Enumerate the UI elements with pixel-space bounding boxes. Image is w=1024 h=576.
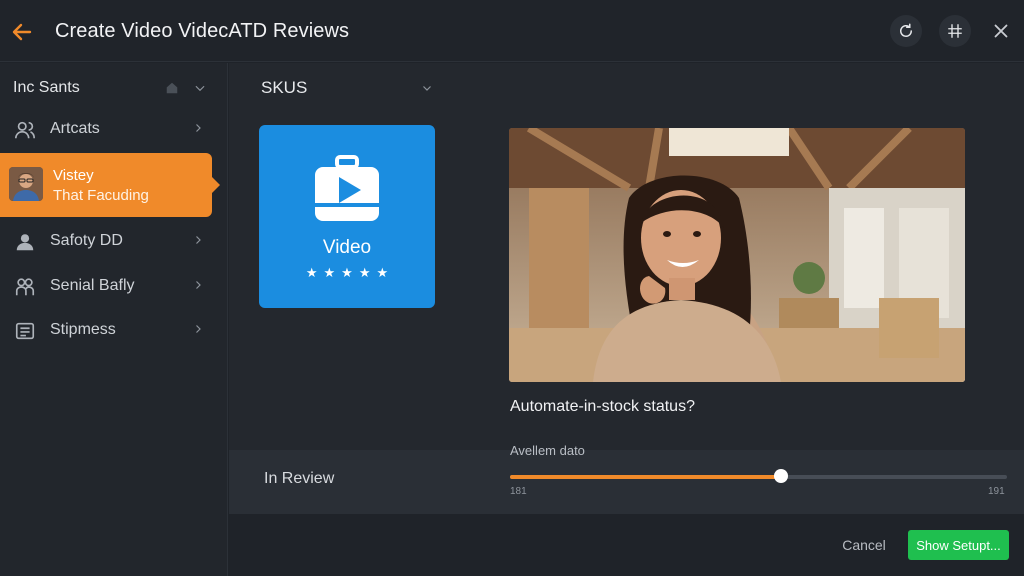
review-video-thumbnail[interactable] <box>509 128 965 382</box>
skus-dropdown-label[interactable]: SKUS <box>261 78 307 98</box>
chevron-right-icon <box>196 325 201 333</box>
cancel-button[interactable]: Cancel <box>835 532 893 558</box>
grid-settings-icon <box>948 24 962 38</box>
users-icon <box>15 121 35 139</box>
person-icon <box>16 234 34 251</box>
avatar <box>9 167 43 201</box>
sidebar-item-senial[interactable]: Senial Bafly <box>0 268 212 304</box>
slider-thumb[interactable] <box>773 469 788 483</box>
settings-button[interactable] <box>939 15 971 47</box>
sidebar-item-safoty[interactable]: Safoty DD <box>0 223 212 259</box>
active-indicator <box>212 177 220 193</box>
refresh-icon <box>900 23 912 37</box>
back-arrow-icon[interactable] <box>10 20 34 44</box>
active-item-subtitle: That Facuding <box>53 187 149 204</box>
page-title: Create Video VidecATD Reviews <box>55 20 350 42</box>
sidebar-item-label: Stipmess <box>50 321 116 338</box>
sidebar-item-active[interactable]: Vistey That Facuding <box>0 153 220 217</box>
video-play-icon <box>315 155 379 221</box>
slider-min-label: 181 <box>510 486 527 497</box>
home-icon[interactable] <box>165 81 179 95</box>
review-status-label: In Review <box>264 470 335 487</box>
sidebar-item-label: Senial Bafly <box>50 277 135 294</box>
sidebar-item-label: Artcats <box>50 120 100 137</box>
group-icon <box>15 278 35 296</box>
footer-bar <box>229 514 1024 576</box>
app-header: Create Video VidecATD Reviews <box>0 0 1024 62</box>
sidebar-item-label: Safoty DD <box>50 232 123 249</box>
rating-stars: ★★★★★ <box>305 265 395 280</box>
video-card[interactable]: Video ★★★★★ <box>259 125 435 308</box>
range-slider[interactable] <box>510 469 1007 483</box>
show-setup-button[interactable]: Show Setupt... <box>908 530 1009 560</box>
slider-max-label: 191 <box>988 486 1005 497</box>
review-row <box>229 450 1024 514</box>
video-card-label: Video <box>322 237 372 258</box>
slider-fill <box>510 475 781 479</box>
sidebar-item-artcats[interactable]: Artcats <box>0 111 212 147</box>
chevron-down-icon[interactable] <box>421 82 433 94</box>
chevron-right-icon <box>196 236 201 244</box>
question-text: Automate-in-stock status? <box>510 398 695 415</box>
sidebar-item-stipmess[interactable]: Stipmess <box>0 312 212 348</box>
close-icon[interactable] <box>990 20 1012 42</box>
list-icon <box>15 322 35 340</box>
active-item-title: Vistey <box>53 167 94 184</box>
sidebar-heading[interactable]: Inc Sants <box>13 77 213 101</box>
slider-label: Avellem dato <box>510 443 585 458</box>
chevron-down-icon[interactable] <box>193 81 207 95</box>
chevron-right-icon <box>196 281 201 289</box>
refresh-button[interactable] <box>890 15 922 47</box>
sidebar-heading-label: Inc Sants <box>13 79 80 96</box>
chevron-right-icon <box>196 124 201 132</box>
